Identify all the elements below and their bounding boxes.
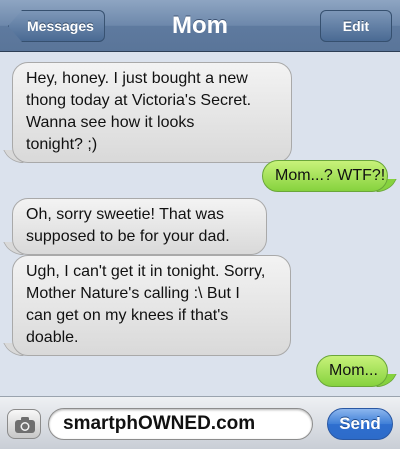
bubble-tail — [3, 343, 24, 356]
message-line: Mom...? WTF?! — [275, 167, 386, 184]
send-button[interactable]: Send — [327, 408, 393, 440]
message-line: Ugh, I can't get it in tonight. Sorry, — [26, 263, 266, 280]
message-line: can get on my knees if that's — [26, 307, 229, 324]
incoming-message-bubble: Hey, honey. I just bought a new thong to… — [3, 62, 292, 163]
incoming-message-bubble: Oh, sorry sweetie! That was supposed to … — [3, 198, 267, 255]
message-line: Hey, honey. I just bought a new — [26, 70, 248, 87]
message-line: supposed to be for your dad. — [26, 228, 230, 245]
outgoing-message-bubble: Mom...? WTF?! — [262, 160, 397, 192]
message-line: doable. — [26, 329, 79, 346]
message-line: Mom... — [329, 362, 378, 379]
message-line: Wanna see how it looks — [26, 114, 195, 131]
message-input[interactable]: smartphOWNED.com — [48, 408, 313, 440]
message-line: Oh, sorry sweetie! That was — [26, 206, 224, 223]
incoming-message-bubble: Ugh, I can't get it in tonight. Sorry, M… — [3, 255, 291, 356]
bubble-tail — [376, 374, 397, 387]
edit-button[interactable]: Edit — [320, 10, 392, 42]
navigation-bar: Messages Mom Edit — [0, 0, 400, 52]
message-composer: smartphOWNED.com Send — [0, 396, 400, 449]
camera-icon — [15, 417, 35, 433]
message-line: tonight? ;) — [26, 136, 98, 153]
message-line: Mother Nature's calling :\ But I — [26, 285, 240, 302]
camera-button[interactable] — [7, 409, 41, 439]
bubble-tail — [3, 242, 24, 255]
bubble-tail — [3, 150, 24, 163]
outgoing-message-bubble: Mom... — [316, 355, 397, 387]
message-line: thong today at Victoria's Secret. — [26, 92, 252, 109]
